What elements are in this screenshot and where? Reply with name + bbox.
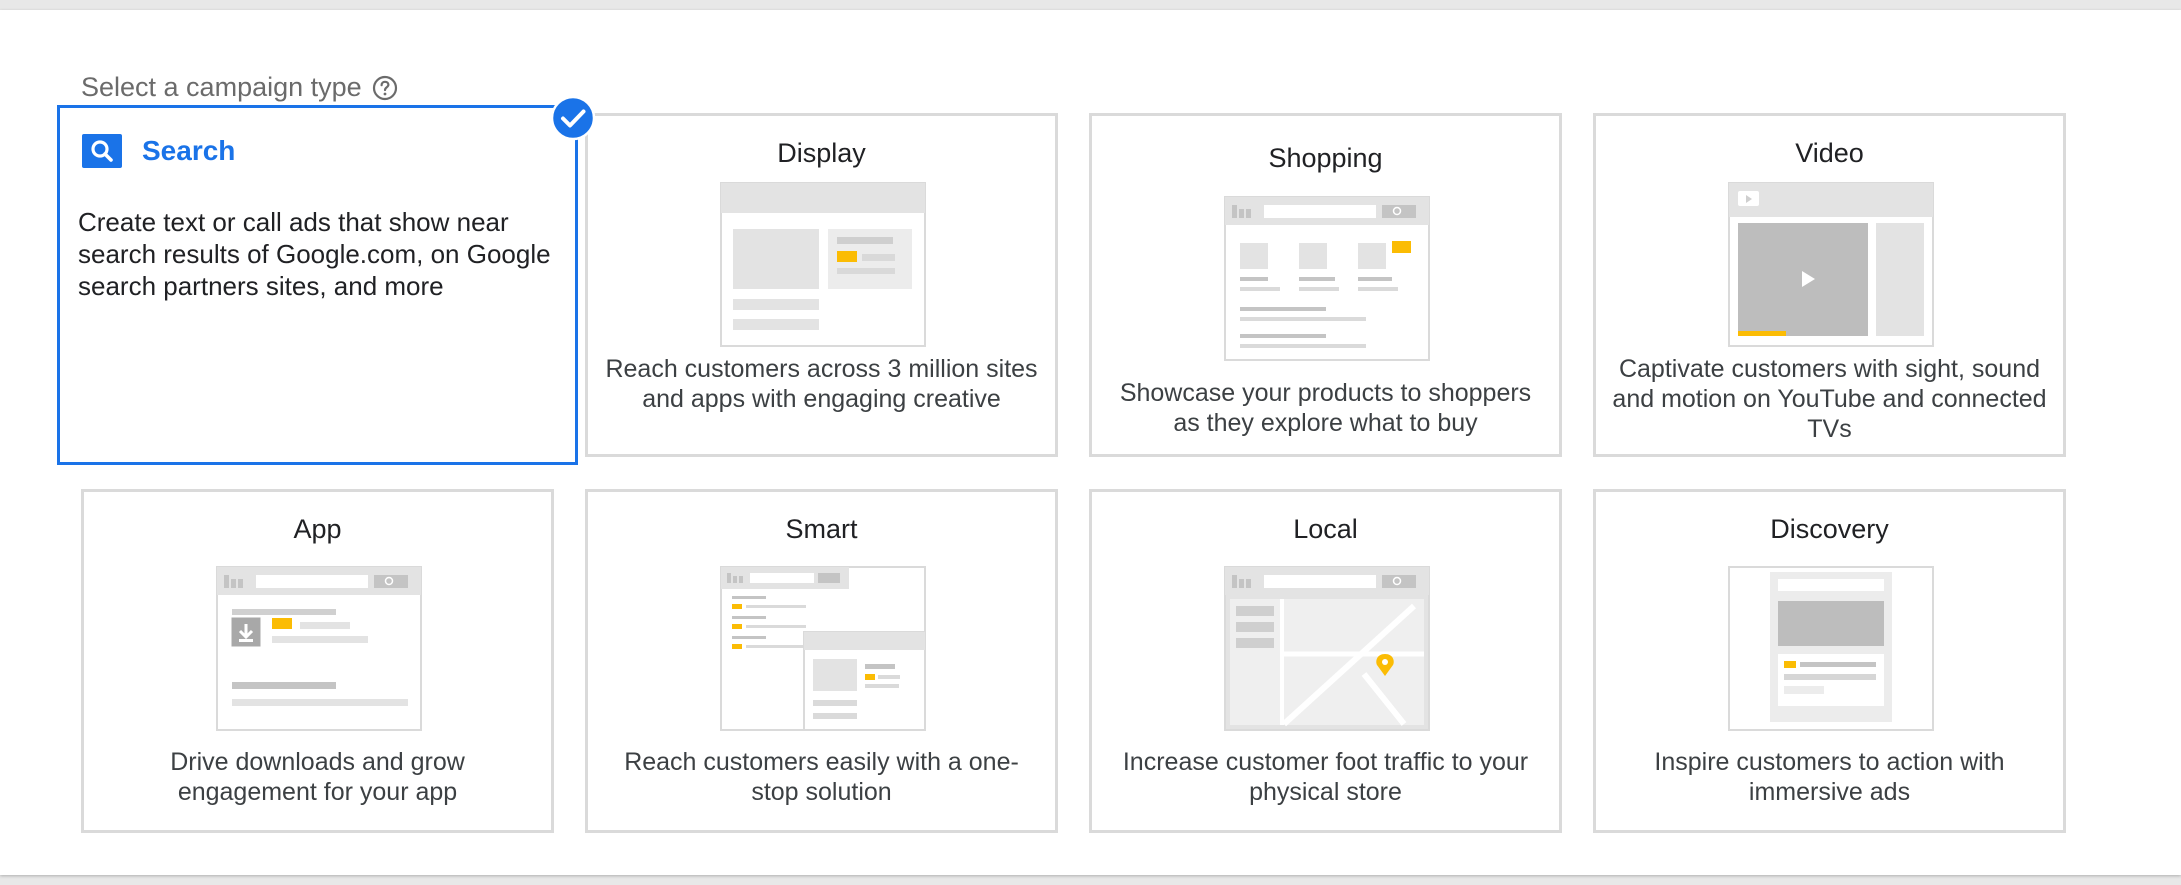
heading-label: Select a campaign type	[81, 72, 362, 102]
card-description: Create text or call ads that show near s…	[78, 207, 551, 301]
campaign-card-smart[interactable]: Smart Reach customers easily with a one-…	[585, 489, 1058, 833]
search-card-header: Search	[82, 134, 235, 168]
card-title: Video	[1795, 138, 1864, 168]
campaign-type-panel: Select a campaign type Search Create tex…	[0, 10, 2181, 875]
search-icon	[82, 134, 122, 168]
local-illustration	[1224, 566, 1430, 731]
card-description: Drive downloads and grow engagement for …	[170, 748, 465, 806]
card-description: Reach customers easily with a one-stop s…	[624, 748, 1019, 806]
campaign-card-local[interactable]: Local Increase customer foot traffic to …	[1089, 489, 1562, 833]
card-title: App	[293, 514, 342, 544]
card-title: Smart	[785, 514, 858, 544]
help-icon[interactable]	[372, 75, 398, 101]
campaign-card-shopping[interactable]: Shopping Showcase your products to shopp…	[1089, 113, 1562, 457]
display-illustration	[720, 182, 926, 347]
campaign-card-discovery[interactable]: Discovery Inspire customers to action wi…	[1593, 489, 2066, 833]
card-title: Local	[1293, 514, 1358, 544]
campaign-card-search[interactable]: Search Create text or call ads that show…	[57, 105, 578, 465]
selected-check-icon	[550, 95, 596, 146]
shopping-illustration	[1224, 196, 1430, 361]
video-illustration	[1728, 182, 1934, 347]
card-description: Inspire customers to action with immersi…	[1654, 748, 2005, 806]
card-title: Display	[777, 138, 866, 168]
campaign-type-heading: Select a campaign type	[81, 72, 398, 103]
campaign-card-display[interactable]: Display Reach customers across 3 million…	[585, 113, 1058, 457]
card-title: Shopping	[1268, 143, 1383, 173]
card-description: Increase customer foot traffic to your p…	[1122, 748, 1529, 806]
card-description: Showcase your products to shoppers as th…	[1119, 379, 1532, 437]
card-title: Discovery	[1770, 514, 1889, 544]
card-description: Reach customers across 3 million sites a…	[605, 355, 1038, 413]
campaign-card-video[interactable]: Video Captivate customers with sight, so…	[1593, 113, 2066, 457]
card-title: Search	[142, 135, 236, 166]
discovery-illustration	[1728, 566, 1934, 731]
campaign-card-app[interactable]: App Drive downloads and grow engagement …	[81, 489, 554, 833]
app-illustration	[216, 566, 422, 731]
card-description: Captivate customers with sight, sound an…	[1612, 355, 2047, 443]
smart-illustration	[720, 566, 926, 731]
